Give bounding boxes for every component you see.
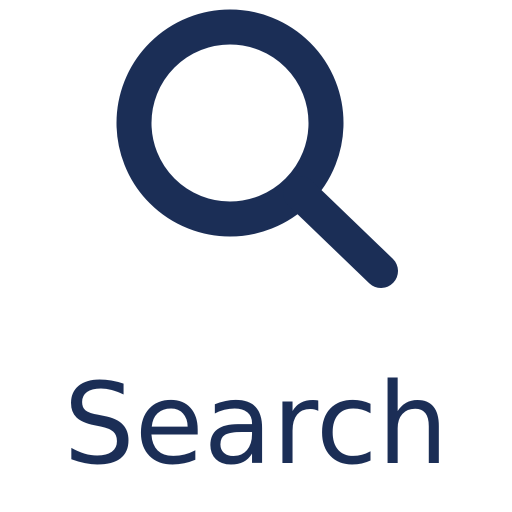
- search-label: Search: [63, 360, 449, 490]
- search-icon: [116, 9, 398, 288]
- magnifier-handle: [283, 176, 398, 288]
- search-tile[interactable]: Search: [0, 0, 512, 512]
